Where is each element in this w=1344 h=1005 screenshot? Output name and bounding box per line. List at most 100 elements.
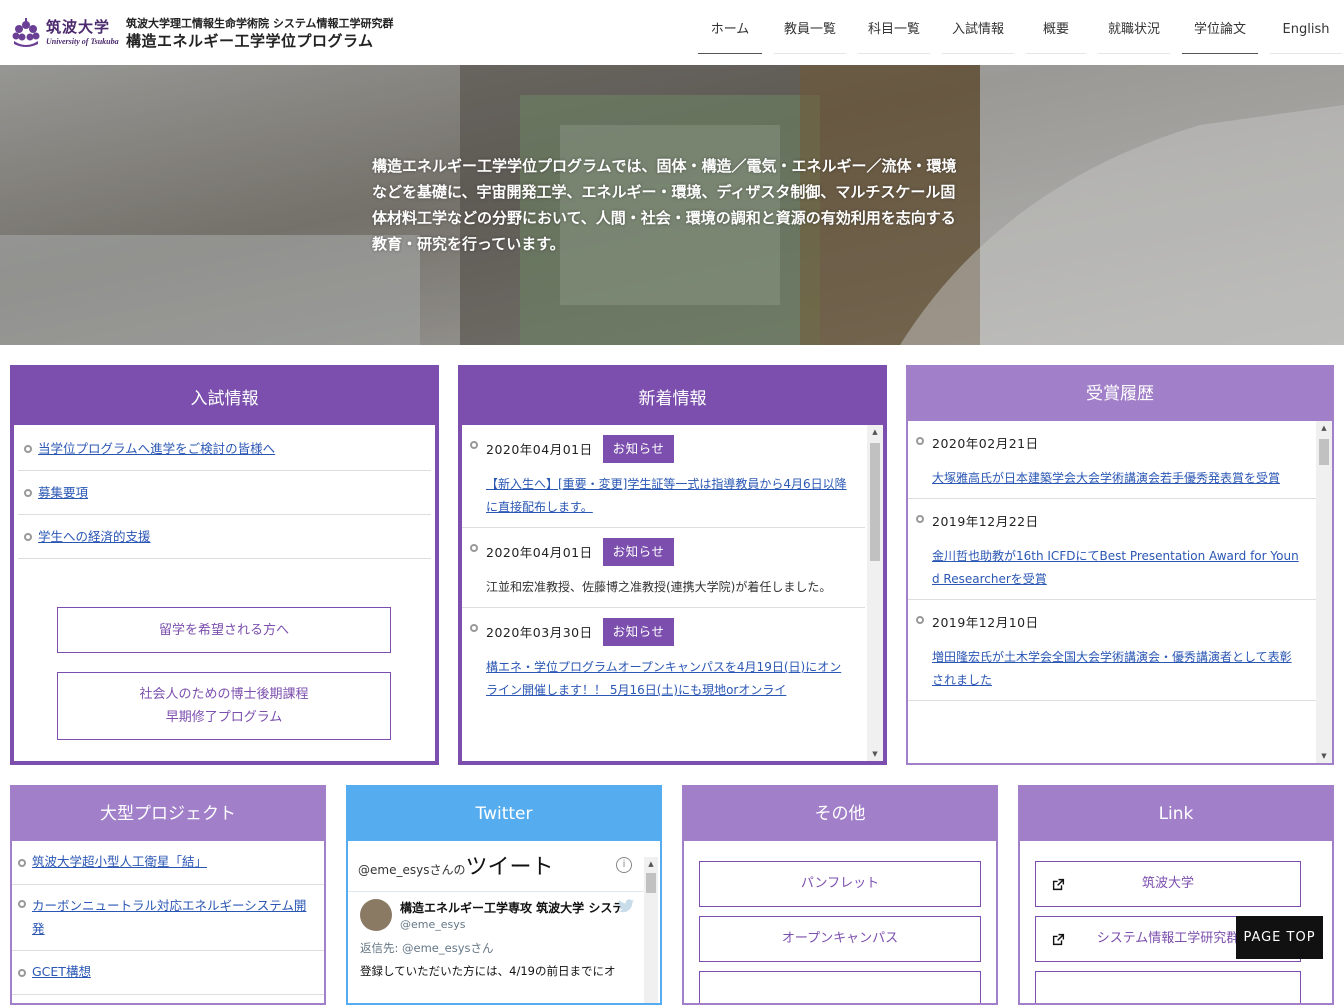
link-panel: Link 筑波大学 システム情報工学研究群 [1018, 785, 1334, 1005]
bullet-icon [18, 969, 26, 977]
project-link-gcet[interactable]: GCET構想 [32, 964, 91, 979]
projects-link-list: 筑波大学超小型人工衛星「結」 カーボンニュートラル対応エネルギーシステム開発 G… [12, 841, 324, 995]
university-logo[interactable]: 筑波大学 University of Tsukuba [10, 14, 122, 50]
award-body: 増田隆宏氏が土木学会全国大会学術講演会・優秀講演者として表彰されました [932, 646, 1300, 700]
info-icon[interactable]: i [616, 857, 632, 873]
bullet-icon [24, 533, 32, 541]
logo-text-jp: 筑波大学 [46, 18, 111, 36]
awards-panel: 受賞履歴 2020年02月21日 大塚雅高氏が日本建築学会大会学術講演会若手優秀… [906, 365, 1334, 765]
project-link-carbon-neutral[interactable]: カーボンニュートラル対応エネルギーシステム開発 [32, 898, 306, 936]
study-abroad-button[interactable]: 留学を希望される方へ [57, 607, 391, 653]
award-date: 2019年12月22日 [932, 514, 1039, 529]
hero-description: 構造エネルギー工学学位プログラムでは、固体・構造／電気・エネルギー／流体・環境な… [372, 157, 957, 253]
bullet-icon [24, 489, 32, 497]
hero-banner: 構造エネルギー工学学位プログラムでは、固体・構造／電気・エネルギー／流体・環境な… [0, 65, 1344, 345]
award-entry: 2019年12月10日 増田隆宏氏が土木学会全国大会学術講演会・優秀講演者として… [908, 600, 1316, 701]
nav-english[interactable]: English [1270, 0, 1342, 54]
admission-link-financial-support[interactable]: 学生への経済的支援 [38, 529, 151, 544]
others-next-button[interactable] [699, 971, 981, 1003]
pamphlet-button[interactable]: パンフレット [699, 861, 981, 907]
working-adult-phd-button[interactable]: 社会人のための博士後期課程 早期修了プログラム [57, 672, 391, 740]
nav-home[interactable]: ホーム [698, 0, 762, 54]
scroll-down-icon[interactable]: ▼ [867, 747, 883, 761]
scroll-down-icon[interactable]: ▼ [1316, 749, 1332, 763]
twitter-bird-icon [618, 899, 634, 913]
bullet-icon [18, 900, 26, 908]
link-next-button[interactable] [1035, 971, 1301, 1003]
twitter-panel: Twitter @eme_esysさんのツイート i 構造エネルギー工学専攻 筑… [346, 785, 662, 1005]
twitter-panel-title: Twitter [348, 787, 660, 841]
link-tsukuba-label: 筑波大学 [1141, 876, 1194, 891]
scroll-thumb[interactable] [1319, 439, 1329, 465]
news-body-text: 江並和宏准教授、佐藤博之准教授(連携大学院)が着任しました。 [486, 580, 832, 594]
logo-text-en: University of Tsukuba [46, 37, 119, 46]
award-body: 金川哲也助教が16th ICFDにてBest Presentation Awar… [932, 545, 1300, 599]
link-tsukuba-button[interactable]: 筑波大学 [1035, 861, 1301, 907]
news-entry: 2020年04月01日 お知らせ 江並和宏准教授、佐藤博之准教授(連携大学院)が着… [462, 528, 865, 608]
awards-panel-title: 受賞履歴 [908, 367, 1332, 421]
news-tag: お知らせ [602, 617, 675, 646]
bullet-icon [470, 441, 478, 449]
bullet-icon [916, 515, 924, 523]
admission-link-list: 当学位プログラムへ進学をご検討の皆様へ 募集要項 学生への経済的支援 [18, 427, 431, 559]
nav-faculty[interactable]: 教員一覧 [774, 0, 846, 54]
nav-careers[interactable]: 就職状況 [1098, 0, 1170, 54]
nav-courses[interactable]: 科目一覧 [858, 0, 930, 54]
others-panel-title: その他 [684, 787, 996, 841]
twitter-handle-prefix: @eme_esysさんの [358, 863, 466, 877]
scroll-up-icon[interactable]: ▲ [1316, 421, 1332, 435]
scroll-up-icon[interactable]: ▲ [867, 425, 883, 439]
twitter-handle-suffix: ツイート [465, 855, 554, 880]
news-scroll-area[interactable]: 2020年04月01日 お知らせ 【新入生へ】[重要・変更]学生証等一式は指導教員… [462, 425, 865, 761]
nav-theses[interactable]: 学位論文 [1182, 0, 1258, 54]
tweet-text: 登録していただいた方には、4/19の前日までにオ [360, 964, 616, 978]
study-abroad-label: 留学を希望される方へ [158, 622, 289, 638]
tweet-account-handle[interactable]: @eme_esys [400, 918, 466, 931]
scroll-thumb[interactable] [870, 443, 880, 561]
award-date: 2020年02月21日 [932, 436, 1039, 451]
news-date-row: 2020年04月01日 お知らせ [486, 536, 849, 576]
scroll-up-icon[interactable]: ▲ [644, 857, 658, 871]
emblem-icon [12, 18, 40, 47]
bullet-icon [470, 624, 478, 632]
news-date: 2020年04月01日 [486, 545, 593, 560]
link-panel-title: Link [1020, 787, 1332, 841]
site-header: 筑波大学 University of Tsukuba 筑波大学理工情報生命学術院… [0, 0, 1344, 65]
list-item: GCET構想 [12, 951, 324, 995]
twitter-timeline-header: @eme_esysさんのツイート i [358, 849, 638, 883]
avatar[interactable] [360, 899, 392, 931]
awards-scroll-area[interactable]: 2020年02月21日 大塚雅高氏が日本建築学会大会学術講演会若手優秀発表賞を受… [908, 421, 1316, 763]
admission-panel: 入試情報 当学位プログラムへ進学をご検討の皆様へ 募集要項 学生への経済的支援 … [10, 365, 439, 765]
page-top-button[interactable]: PAGE TOP [1236, 916, 1323, 959]
list-item: 募集要項 [18, 471, 431, 515]
news-body: 構エネ・学位プログラムオープンキャンパスを4月19日(日)にオンライン開催します… [486, 656, 849, 710]
news-link[interactable]: 【新入生へ】[重要・変更]学生証等一式は指導教員から4月6日以降に直接配布します… [486, 477, 847, 514]
news-date: 2020年04月01日 [486, 442, 593, 457]
project-link-satellite[interactable]: 筑波大学超小型人工衛星「結」 [32, 854, 207, 869]
admission-link-prospective[interactable]: 当学位プログラムへ進学をご検討の皆様へ [38, 441, 275, 456]
tweet-reply-to: 返信先: @eme_esysさん [360, 941, 494, 955]
tweet-account-name[interactable]: 構造エネルギー工学専攻 筑波大学 システ [400, 899, 626, 916]
news-entry: 2020年03月30日 お知らせ 構エネ・学位プログラムオープンキャンパスを4月1… [462, 608, 865, 710]
nav-overview[interactable]: 概要 [1026, 0, 1086, 54]
bullet-icon [916, 616, 924, 624]
admission-panel-title: 入試情報 [14, 369, 435, 425]
link-sie-label: システム情報工学研究群 [1096, 931, 1240, 946]
phd-label-line2: 早期修了プログラム [165, 710, 283, 725]
news-link[interactable]: 構エネ・学位プログラムオープンキャンパスを4月19日(日)にオンライン開催します… [486, 660, 841, 697]
scroll-thumb[interactable] [646, 873, 656, 893]
site-title[interactable]: 構造エネルギー工学学位プログラム [126, 30, 374, 51]
award-link[interactable]: 金川哲也助教が16th ICFDにてBest Presentation Awar… [932, 549, 1299, 586]
bullet-icon [470, 544, 478, 552]
admission-link-guidelines[interactable]: 募集要項 [38, 485, 88, 500]
news-scrollbar[interactable]: ▲ ▼ [867, 425, 883, 761]
award-link[interactable]: 大塚雅高氏が日本建築学会大会学術講演会若手優秀発表賞を受賞 [932, 471, 1280, 485]
bullet-icon [18, 859, 26, 867]
award-entry: 2020年02月21日 大塚雅高氏が日本建築学会大会学術講演会若手優秀発表賞を受… [908, 421, 1316, 499]
news-panel: 新着情報 2020年04月01日 お知らせ 【新入生へ】[重要・変更]学生証等一式… [458, 365, 887, 765]
open-campus-button[interactable]: オープンキャンパス [699, 916, 981, 962]
awards-scrollbar[interactable]: ▲ ▼ [1316, 421, 1332, 763]
twitter-scrollbar[interactable]: ▲ [644, 857, 658, 1003]
award-link[interactable]: 増田隆宏氏が土木学会全国大会学術講演会・優秀講演者として表彰されました [932, 650, 1292, 687]
nav-admission[interactable]: 入試情報 [942, 0, 1014, 54]
